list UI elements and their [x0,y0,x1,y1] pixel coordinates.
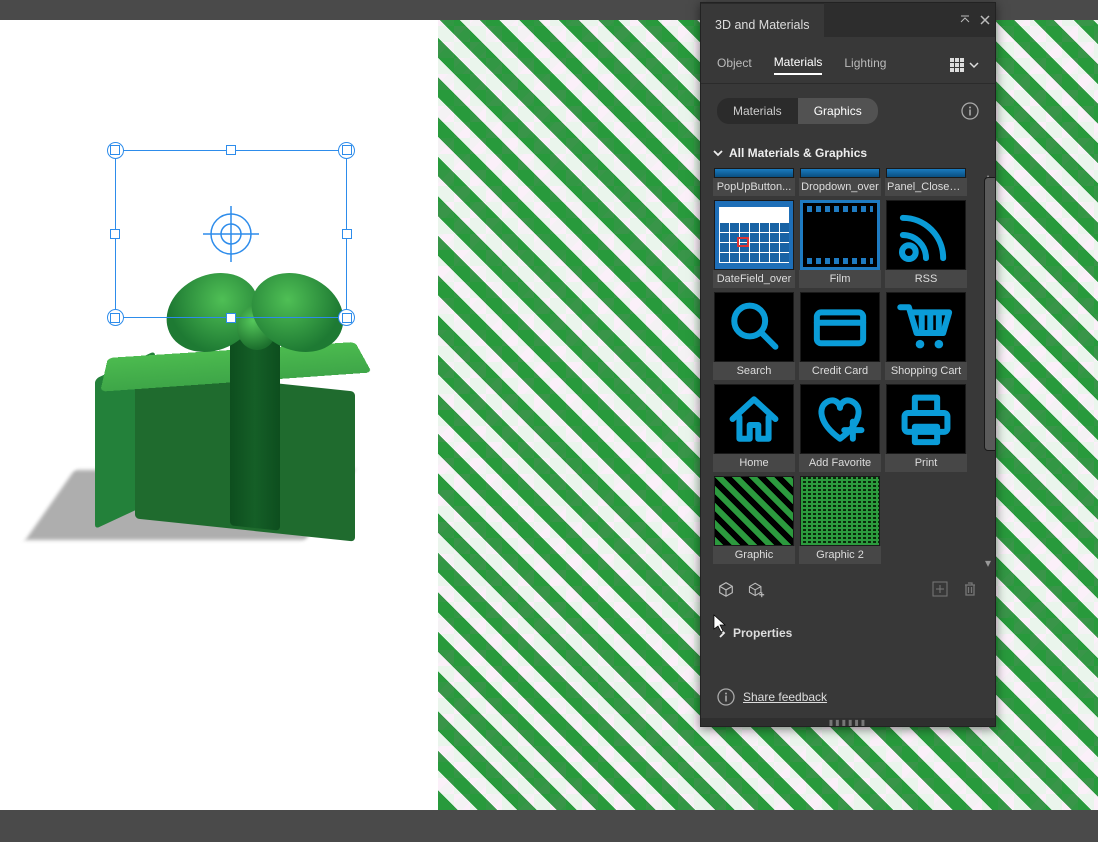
calendar-icon [714,200,794,270]
tile-popupbutton[interactable]: PopUpButton... [713,168,795,196]
tile-label: Graphic 2 [799,546,881,564]
tile-rss[interactable]: RSS [885,200,967,288]
tile-label: RSS [885,270,967,288]
info-icon[interactable] [961,102,979,120]
share-feedback[interactable]: Share feedback [701,678,995,718]
tile-grid-scroll: PopUpButton... Dropdown_over Panel_Close… [701,168,995,568]
tile-search[interactable]: Search [713,292,795,380]
subtab-lighting[interactable]: Lighting [844,56,886,74]
pill-graphics[interactable]: Graphics [798,98,878,124]
home-icon [714,384,794,454]
add-icon[interactable] [931,580,949,598]
pill-materials[interactable]: Materials [717,98,798,124]
cube-icon[interactable] [717,580,735,598]
subtab-materials[interactable]: Materials [774,55,823,75]
handle-bottom-right[interactable] [342,313,352,323]
heart-plus-icon [800,384,880,454]
selection-bounding-box[interactable] [115,150,347,318]
handle-top-left[interactable] [110,145,120,155]
tile-label: Dropdown_over [799,178,881,196]
panel-tab-3d[interactable]: 3D and Materials [701,3,824,37]
section-title: All Materials & Graphics [729,146,867,160]
section-properties[interactable]: Properties [701,610,995,650]
tile-label: Home [713,454,795,472]
film-icon [800,200,880,270]
tile-label: Search [713,362,795,380]
panel-actions [701,568,995,610]
app-bottombar [0,810,1098,842]
tile-label: Shopping Cart [885,362,967,380]
tile-dropdown[interactable]: Dropdown_over [799,168,881,196]
section-all-materials[interactable]: All Materials & Graphics [701,132,995,168]
cube-plus-icon[interactable] [747,580,765,598]
panel-tabbar: 3D and Materials [701,3,995,37]
handle-top-right[interactable] [342,145,352,155]
tile-creditcard[interactable]: Credit Card [799,292,881,380]
search-icon [714,292,794,362]
handle-bottom-mid[interactable] [226,313,236,323]
tile-graphic2[interactable]: Graphic 2 [799,476,881,564]
tile-cart[interactable]: Shopping Cart [885,292,967,380]
center-target-icon[interactable] [201,204,261,264]
trash-icon[interactable] [961,580,979,598]
chevron-down-icon [969,60,979,70]
graphic-thumb [714,476,794,546]
tile-film[interactable]: Film [799,200,881,288]
tile-datefield[interactable]: DateField_over [713,200,795,288]
tile-label: Film [799,270,881,288]
tile-label: Panel_CloseB... [885,178,967,196]
tile-panelclose[interactable]: Panel_CloseB... [885,168,967,196]
tile-label: PopUpButton... [713,178,795,196]
resize-grip[interactable]: ▮▮▮▮▮▮ [701,718,995,726]
rss-icon [886,200,966,270]
credit-card-icon [800,292,880,362]
tile-grid: PopUpButton... Dropdown_over Panel_Close… [713,168,987,564]
tile-print[interactable]: Print [885,384,967,472]
share-feedback-label[interactable]: Share feedback [743,690,827,704]
handle-bottom-left[interactable] [110,313,120,323]
print-icon [886,384,966,454]
tile-label: Graphic [713,546,795,564]
scroll-down-icon[interactable]: ▾ [983,556,993,566]
close-icon[interactable] [975,3,995,37]
panel-subtabs: Object Materials Lighting [701,37,995,84]
tile-label: DateField_over [713,270,795,288]
handle-mid-left[interactable] [110,229,120,239]
tile-addfavorite[interactable]: Add Favorite [799,384,881,472]
tile-home[interactable]: Home [713,384,795,472]
tile-graphic[interactable]: Graphic [713,476,795,564]
scrollbar-thumb[interactable] [984,177,995,451]
chevron-right-icon [717,628,727,638]
info-icon [717,688,735,706]
tile-thumb [714,168,794,178]
tile-label: Credit Card [799,362,881,380]
view-mode-menu[interactable] [949,57,979,73]
shopping-cart-icon [886,292,966,362]
handle-top-mid[interactable] [226,145,236,155]
graphic2-thumb [800,476,880,546]
properties-title: Properties [733,626,792,640]
grid-icon [949,57,965,73]
tile-label: Add Favorite [799,454,881,472]
tile-thumb [886,168,966,178]
subtab-object[interactable]: Object [717,56,752,74]
pill-row: Materials Graphics [701,84,995,132]
handle-mid-right[interactable] [342,229,352,239]
collapse-icon[interactable] [955,3,975,37]
tile-label: Print [885,454,967,472]
tile-thumb [800,168,880,178]
panel-3d-and-materials[interactable]: 3D and Materials Object Materials Lighti… [700,2,996,727]
grid-scrollbar[interactable]: ▴ ▾ [983,172,993,564]
chevron-down-icon [713,148,723,158]
